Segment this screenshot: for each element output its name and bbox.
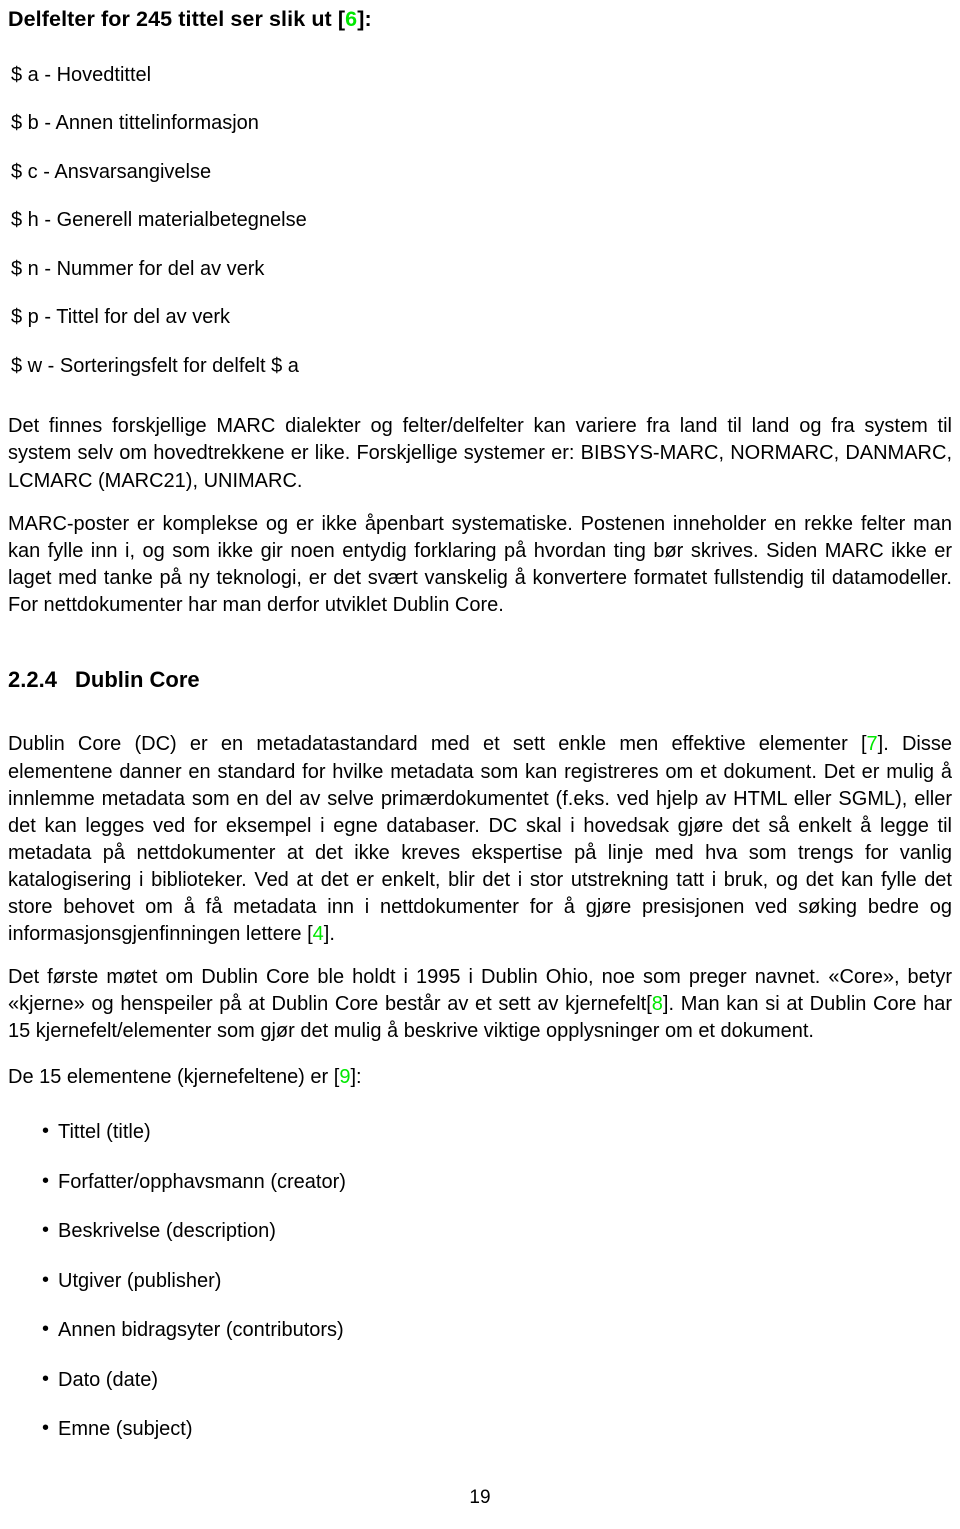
list-item-label: Annen bidragsyter (contributors) xyxy=(58,1319,344,1342)
list-item-label: Tittel (title) xyxy=(58,1121,151,1144)
page-title-text-before: Delfelter for 245 tittel ser slik ut [ xyxy=(8,7,346,31)
list-item: $ w - Sorteringsfelt for delfelt $ a xyxy=(11,354,299,377)
section-number: 2.2.4 xyxy=(8,667,57,693)
reference-link-9[interactable]: 9 xyxy=(339,1066,350,1088)
reference-link-4[interactable]: 4 xyxy=(313,923,324,945)
list-item: $ p - Tittel for del av verk xyxy=(11,306,230,329)
page-title: Delfelter for 245 tittel ser slik ut [6]… xyxy=(8,6,952,33)
list-item-label: Beskrivelse (description) xyxy=(58,1220,276,1243)
page-title-text-after: ]: xyxy=(357,7,372,31)
list-item: $ c - Ansvarsangivelse xyxy=(11,160,212,183)
list-item-label: Utgiver (publisher) xyxy=(58,1269,222,1292)
page-content: Delfelter for 245 tittel ser slik ut [6]… xyxy=(8,6,952,1467)
list-item-label: Forfatter/opphavsmann (creator) xyxy=(58,1170,346,1193)
bullet-icon: • xyxy=(42,1219,50,1242)
elements-intro-text-before: De 15 elementene (kjernefeltene) er [ xyxy=(8,1066,340,1089)
list-item: • Beskrivelse (description) xyxy=(8,1219,952,1269)
section-heading-dublin-core: 2.2.4 Dublin Core xyxy=(8,667,952,693)
page-number: 19 xyxy=(469,1487,491,1508)
list-item: $ h - Generell materialbetegnelse xyxy=(11,209,307,232)
reference-link-6[interactable]: 6 xyxy=(345,7,357,31)
dc-intro-part1: Dublin Core (DC) er en metadatastandard … xyxy=(8,733,867,756)
subfield-list: $ a - Hovedtittel $ b - Annen tittelinfo… xyxy=(8,63,952,403)
dc-intro-part2: ]. Disse elementene danner en standard f… xyxy=(8,733,952,946)
list-item: • Tittel (title) xyxy=(8,1120,952,1170)
list-item: • Utgiver (publisher) xyxy=(8,1269,952,1319)
reference-link-8[interactable]: 8 xyxy=(652,993,663,1015)
document-page: Delfelter for 245 tittel ser slik ut [6]… xyxy=(0,0,960,1529)
list-item: $ b - Annen tittelinformasjon xyxy=(11,112,259,135)
section-title: Dublin Core xyxy=(75,667,200,693)
elements-intro-text-after: ]: xyxy=(350,1066,362,1089)
list-item: • Dato (date) xyxy=(8,1368,952,1418)
list-item: • Forfatter/opphavsmann (creator) xyxy=(8,1170,952,1220)
list-item-label: Dato (date) xyxy=(58,1368,159,1391)
list-item: $ n - Nummer for del av verk xyxy=(11,257,265,280)
bullet-icon: • xyxy=(42,1367,50,1390)
dc-intro-part3: ]. xyxy=(323,923,335,946)
bullet-icon: • xyxy=(42,1417,50,1440)
bullet-icon: • xyxy=(42,1318,50,1341)
list-item: $ a - Hovedtittel xyxy=(11,63,152,86)
list-item-label: Emne (subject) xyxy=(58,1418,193,1441)
bullet-icon: • xyxy=(42,1268,50,1291)
elements-intro-line: De 15 elementene (kjernefeltene) er [9]: xyxy=(8,1064,952,1090)
paragraph-dublin-core-history: Det første møtet om Dublin Core ble hold… xyxy=(8,964,952,1045)
dublin-core-element-list: • Tittel (title) • Forfatter/opphavsmann (… xyxy=(8,1120,952,1467)
paragraph-marc-dialects: Det finnes forskjellige MARC dialekter o… xyxy=(8,415,952,492)
bullet-icon: • xyxy=(42,1169,50,1192)
paragraph-dublin-core-intro: Dublin Core (DC) er en metadatastandard … xyxy=(8,731,952,948)
reference-link-7[interactable]: 7 xyxy=(867,733,878,755)
list-item: • Emne (subject) xyxy=(8,1417,952,1467)
paragraph-marc-records: MARC-poster er komplekse og er ikke åpen… xyxy=(8,512,952,616)
list-item: • Annen bidragsyter (contributors) xyxy=(8,1318,952,1368)
bullet-icon: • xyxy=(42,1120,50,1143)
